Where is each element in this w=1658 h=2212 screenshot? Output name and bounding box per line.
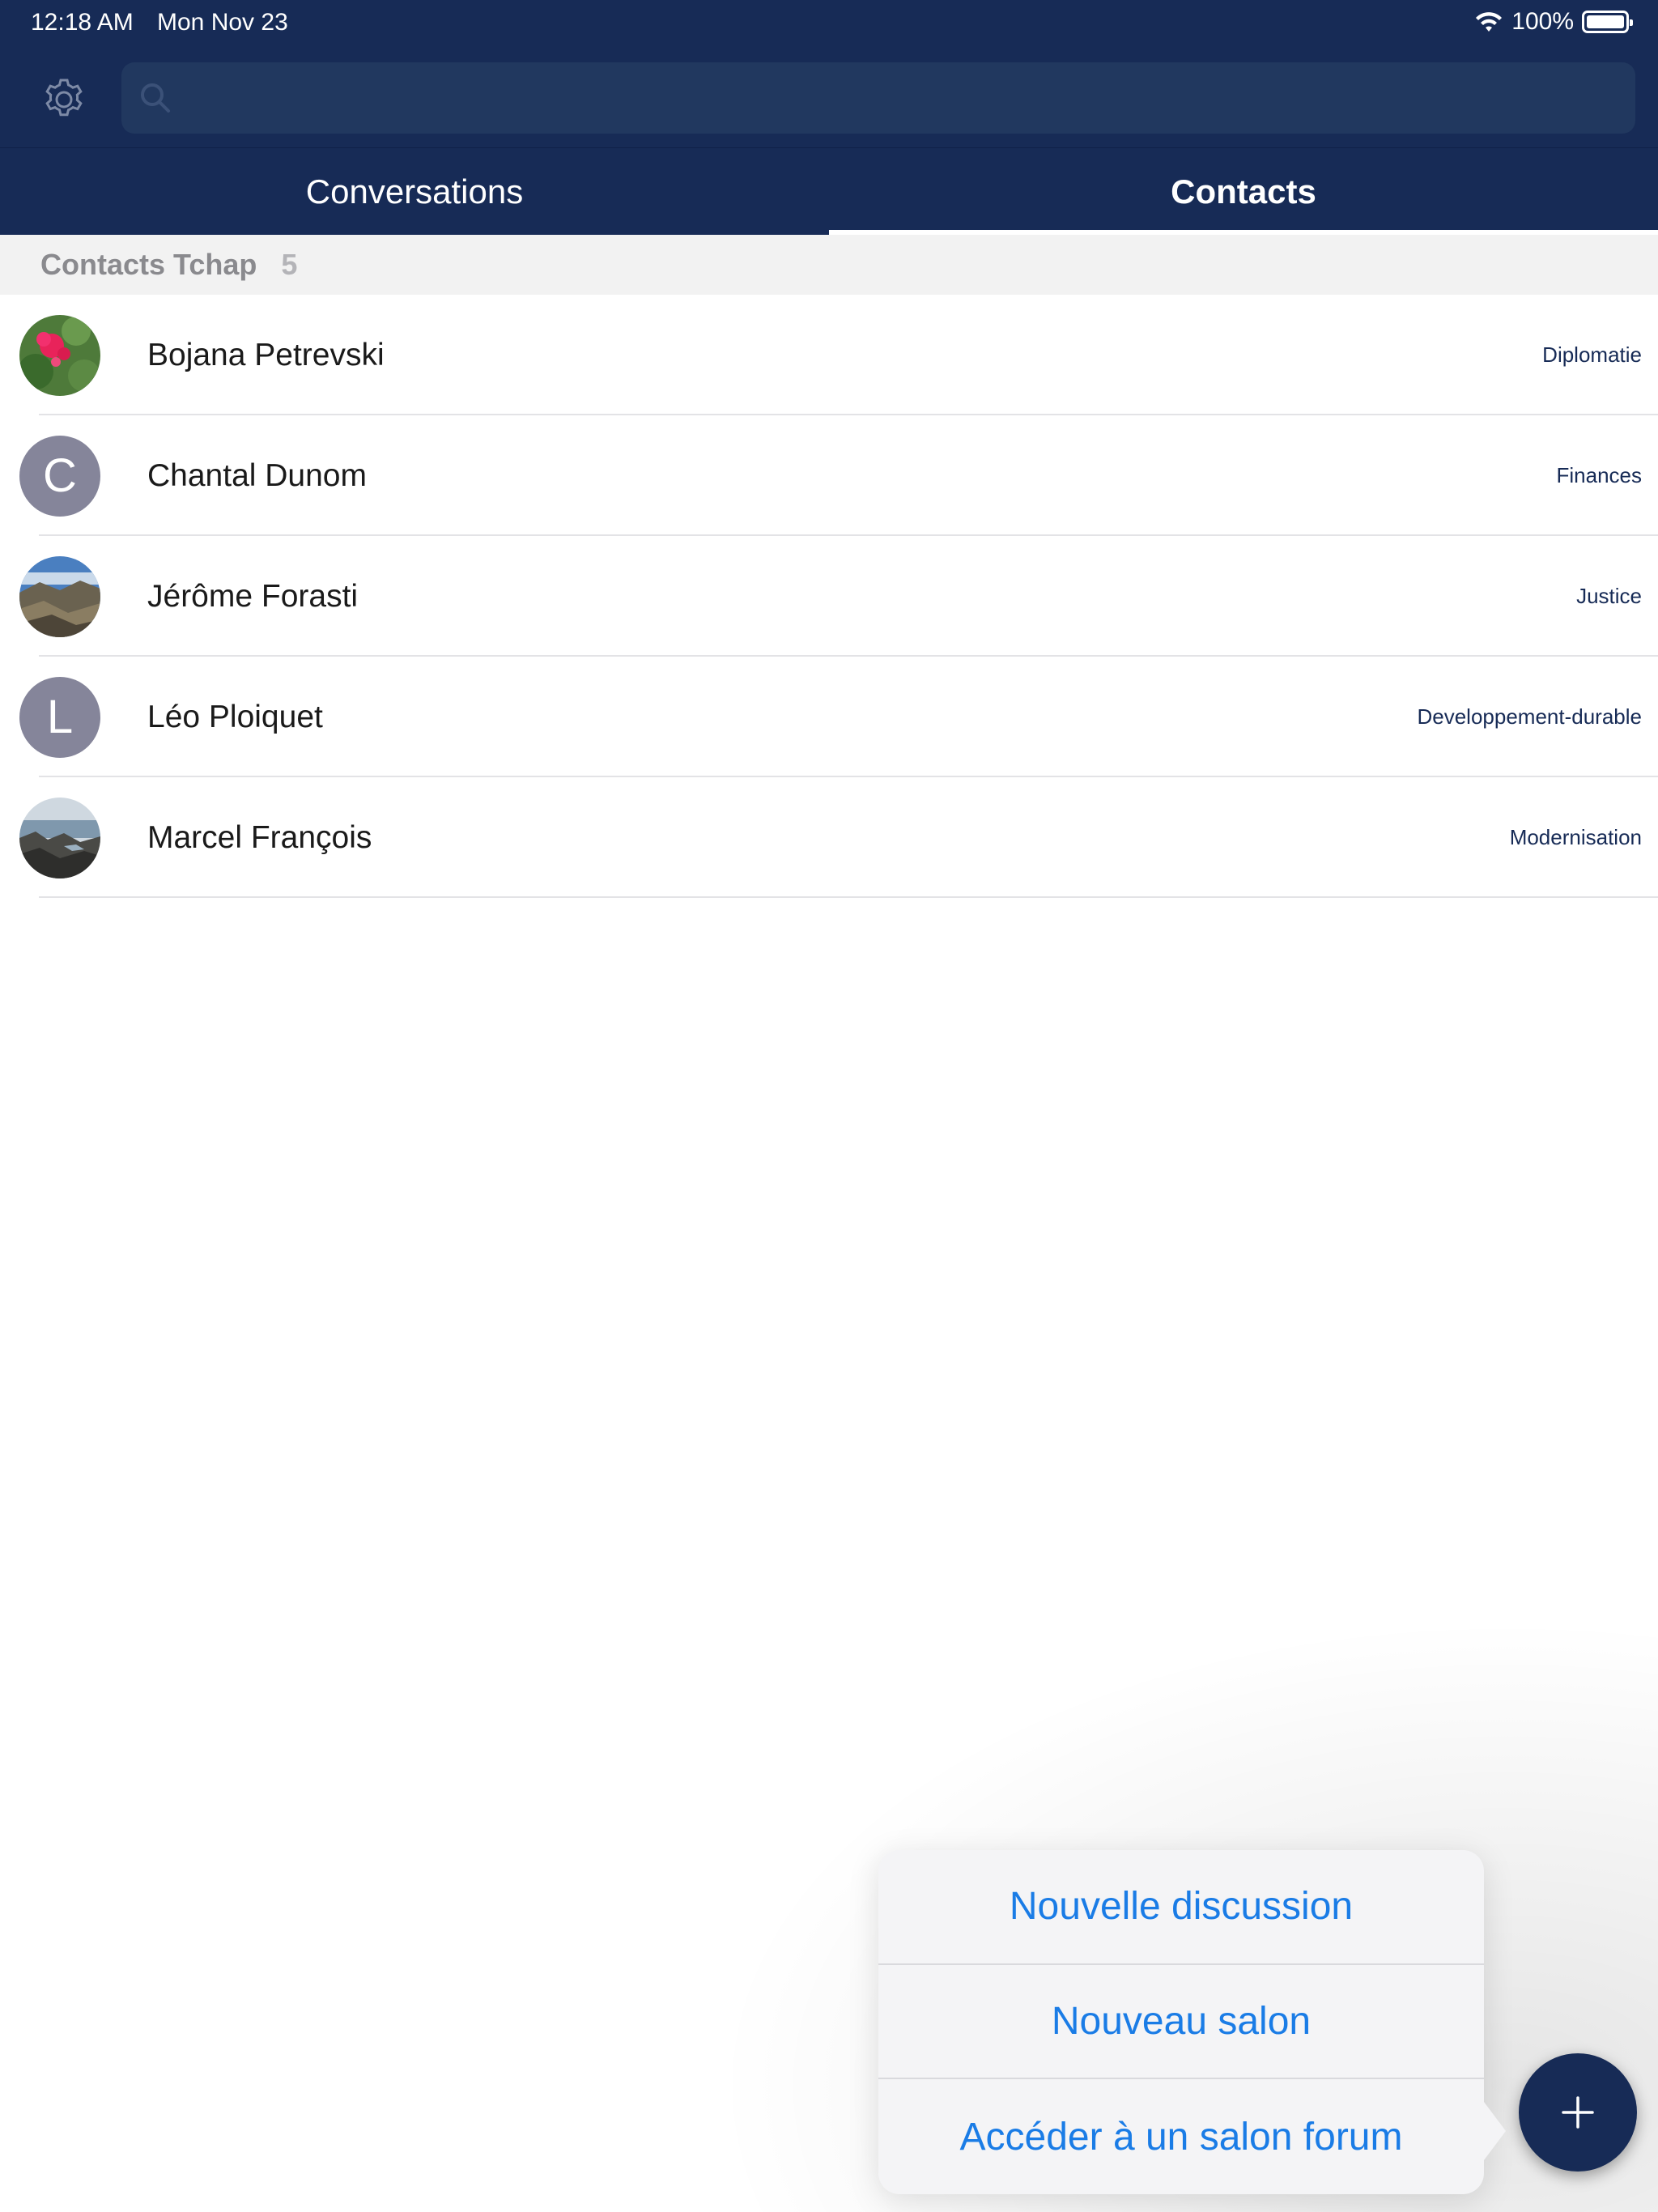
- avatar: [19, 797, 100, 878]
- battery-percentage: 100%: [1511, 8, 1574, 35]
- gear-icon: [45, 79, 83, 117]
- menu-item-join-forum-room[interactable]: Accéder à un salon forum: [878, 2079, 1484, 2194]
- contact-row[interactable]: C Chantal Dunom Finances: [0, 415, 1658, 536]
- section-header: Contacts Tchap 5: [0, 235, 1658, 295]
- contact-name: Léo Ploiquet: [147, 699, 323, 734]
- avatar: [19, 314, 100, 396]
- tab-label: Contacts: [1171, 172, 1316, 211]
- plus-icon: [1562, 2096, 1594, 2129]
- contact-row[interactable]: Jérôme Forasti Justice: [0, 536, 1658, 657]
- action-menu: Nouvelle discussion Nouveau salon Accéde…: [878, 1850, 1484, 2194]
- tab-label: Conversations: [305, 172, 524, 211]
- section-title: Contacts Tchap: [40, 248, 257, 281]
- popover-arrow: [1482, 2099, 1506, 2163]
- contact-domain: Developpement-durable: [1417, 704, 1642, 729]
- contact-name: Jérôme Forasti: [147, 578, 359, 614]
- avatar: L: [19, 676, 100, 758]
- contact-name: Marcel François: [147, 819, 372, 855]
- top-bar: [0, 49, 1658, 147]
- avatar-photo-flowers: [19, 314, 100, 396]
- contact-domain: Finances: [1556, 463, 1643, 487]
- tab-contacts[interactable]: Contacts: [829, 148, 1658, 235]
- add-button[interactable]: [1519, 2053, 1637, 2172]
- contact-name: Chantal Dunom: [147, 457, 367, 493]
- menu-item-new-discussion[interactable]: Nouvelle discussion: [878, 1850, 1484, 1965]
- wifi-icon: [1476, 12, 1503, 32]
- contact-row[interactable]: Bojana Petrevski Diplomatie: [0, 295, 1658, 415]
- avatar: C: [19, 435, 100, 517]
- search-bar[interactable]: [121, 62, 1635, 134]
- contact-domain: Diplomatie: [1542, 342, 1642, 367]
- status-indicators: 100%: [1474, 8, 1633, 36]
- search-icon: [141, 83, 170, 113]
- search-input[interactable]: [178, 62, 1619, 134]
- contact-row[interactable]: Marcel François Modernisation: [0, 777, 1658, 898]
- contact-row[interactable]: L Léo Ploiquet Developpement-durable: [0, 657, 1658, 777]
- section-count: 5: [281, 248, 298, 281]
- status-bar: 12:18 AM Mon Nov 23 100%: [0, 0, 1658, 49]
- avatar: [19, 555, 100, 637]
- contact-name: Bojana Petrevski: [147, 337, 385, 372]
- avatar-photo-coast: [19, 797, 100, 878]
- contact-domain: Justice: [1576, 584, 1642, 608]
- status-date: Mon Nov 23: [157, 9, 288, 36]
- tab-conversations[interactable]: Conversations: [0, 148, 829, 235]
- tab-bar: Conversations Contacts: [0, 147, 1658, 235]
- contact-list: Bojana Petrevski Diplomatie C Chantal Du…: [0, 295, 1658, 898]
- battery-icon: [1582, 11, 1633, 33]
- avatar-photo-landscape: [19, 555, 100, 637]
- settings-button[interactable]: [36, 71, 92, 128]
- contact-domain: Modernisation: [1509, 825, 1642, 849]
- status-time: 12:18 AM: [31, 9, 134, 36]
- menu-item-new-room[interactable]: Nouveau salon: [878, 1965, 1484, 2080]
